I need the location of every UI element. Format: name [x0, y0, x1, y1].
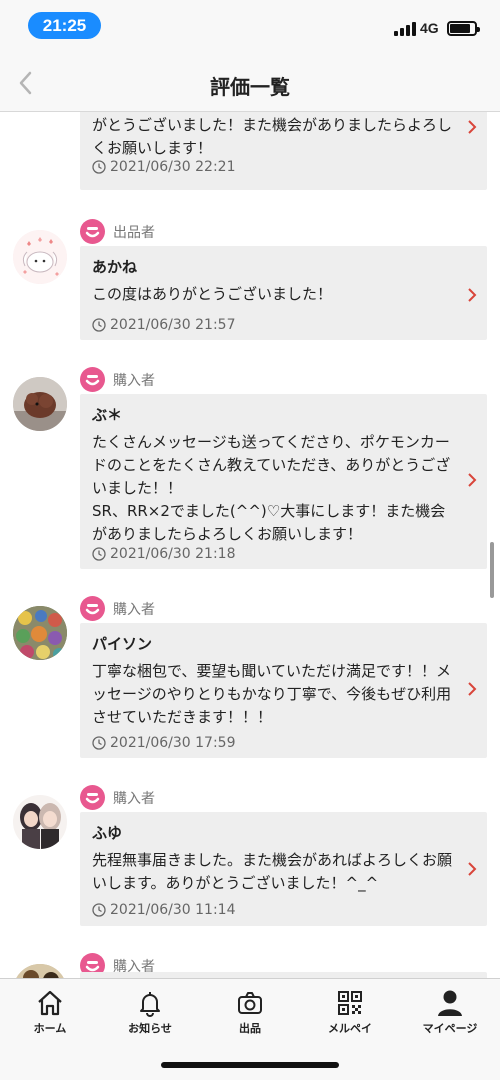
reviewer-role: 購入者	[80, 785, 155, 810]
network-type: 4G	[420, 20, 439, 36]
review-message: この度はありがとうございました！	[92, 285, 333, 303]
avatar-image	[13, 377, 67, 431]
review-card[interactable]: パイソン 丁寧な梱包で、要望も聞いていただけ満足です！！メッセージのやりとりもか…	[80, 623, 487, 758]
tab-label: ホーム	[33, 1022, 67, 1035]
review-date: 2021/06/30 21:57	[92, 317, 236, 333]
reviewer-name: パイソン	[92, 635, 153, 653]
chevron-right-icon	[468, 682, 477, 696]
review-date: 2021/06/30 17:59	[92, 735, 236, 751]
review-card[interactable]: がとうございました！また機会がありましたらよろしくお願いします！ 2021/06…	[80, 112, 487, 190]
avatar-image	[13, 230, 67, 284]
review-date: 2021/06/30 22:21	[92, 159, 236, 175]
clock-icon	[92, 736, 106, 750]
smile-face-icon	[80, 219, 105, 244]
review-card[interactable]: ふゆ 先程無事届きました。また機会があればよろしくお願いします。ありがとうござい…	[80, 812, 487, 926]
review-date: 2021/06/30 11:14	[92, 902, 236, 918]
chevron-right-icon	[468, 288, 477, 302]
review-message: がとうございました！また機会がありましたらよろしくお願いします！	[92, 116, 453, 157]
avatar[interactable]	[13, 377, 67, 431]
tab-label: メルペイ	[328, 1022, 372, 1035]
reviewer-name: ふゆ	[92, 824, 123, 842]
review-message: 丁寧な梱包で、要望も聞いていただけ満足です！！メッセージのやりとりもかなり丁寧で…	[92, 662, 452, 726]
role-label: 出品者	[113, 224, 155, 241]
status-bar: 21:25 4G	[0, 0, 500, 54]
home-icon	[38, 990, 62, 1016]
tab-home[interactable]: ホーム	[0, 989, 100, 1036]
page-title: 評価一覧	[210, 75, 290, 99]
clock-icon	[92, 547, 106, 561]
scrollbar[interactable]	[490, 542, 494, 598]
reviewer-role: 出品者	[80, 219, 155, 244]
avatar[interactable]	[13, 230, 67, 284]
avatar[interactable]	[13, 606, 67, 660]
tab-notifications[interactable]: お知らせ	[100, 989, 200, 1036]
qr-code-icon	[338, 991, 362, 1015]
review-list[interactable]: がとうございました！また機会がありましたらよろしくお願いします！ 2021/06…	[0, 112, 500, 978]
avatar-image	[13, 795, 67, 849]
tab-sell[interactable]: 出品	[200, 989, 300, 1036]
reviewer-name: ぶ＊	[92, 406, 123, 424]
navigation-bar: 評価一覧	[0, 54, 500, 112]
camera-icon	[238, 992, 262, 1014]
avatar-image	[13, 606, 67, 660]
tab-label: マイページ	[422, 1022, 478, 1035]
role-label: 購入者	[113, 790, 155, 807]
clock-icon	[92, 318, 106, 332]
chevron-right-icon	[468, 120, 477, 134]
smile-face-icon	[80, 596, 105, 621]
signal-icon	[394, 22, 416, 36]
clock-icon	[92, 160, 106, 174]
review-card[interactable]: ぶ＊ たくさんメッセージも送ってくださり、ポケモンカードのことをたくさん教えてい…	[80, 394, 487, 569]
bell-icon	[140, 992, 160, 1017]
role-label: 購入者	[113, 601, 155, 618]
person-icon	[438, 990, 462, 1016]
smile-face-icon	[80, 785, 105, 810]
avatar-image	[13, 964, 67, 978]
role-label: 購入者	[113, 372, 155, 389]
status-time: 21:25	[28, 12, 101, 39]
home-indicator	[161, 1062, 339, 1068]
avatar[interactable]	[13, 964, 67, 978]
review-message: 先程無事届きました。また機会があればよろしくお願いします。ありがとうございました…	[92, 851, 453, 892]
tab-merpay[interactable]: メルペイ	[300, 989, 400, 1036]
tab-label: お知らせ	[128, 1022, 172, 1035]
tab-label: 出品	[239, 1022, 261, 1035]
avatar[interactable]	[13, 795, 67, 849]
reviewer-name: あかね	[92, 258, 138, 276]
chevron-right-icon	[468, 862, 477, 876]
chevron-right-icon	[468, 473, 477, 487]
clock-icon	[92, 903, 106, 917]
tab-mypage[interactable]: マイページ	[400, 989, 500, 1036]
review-card[interactable]: あかね この度はありがとうございました！ 2021/06/30 21:57	[80, 246, 487, 340]
battery-icon	[447, 21, 480, 36]
reviewer-role: 購入者	[80, 596, 155, 621]
smile-face-icon	[80, 367, 105, 392]
reviewer-role: 購入者	[80, 367, 155, 392]
tab-bar: ホーム お知らせ 出品 メルペイ マイページ	[0, 978, 500, 1080]
review-date: 2021/06/30 21:18	[92, 546, 236, 562]
review-message: たくさんメッセージも送ってくださり、ポケモンカードのことをたくさん教えていただき…	[92, 433, 451, 543]
